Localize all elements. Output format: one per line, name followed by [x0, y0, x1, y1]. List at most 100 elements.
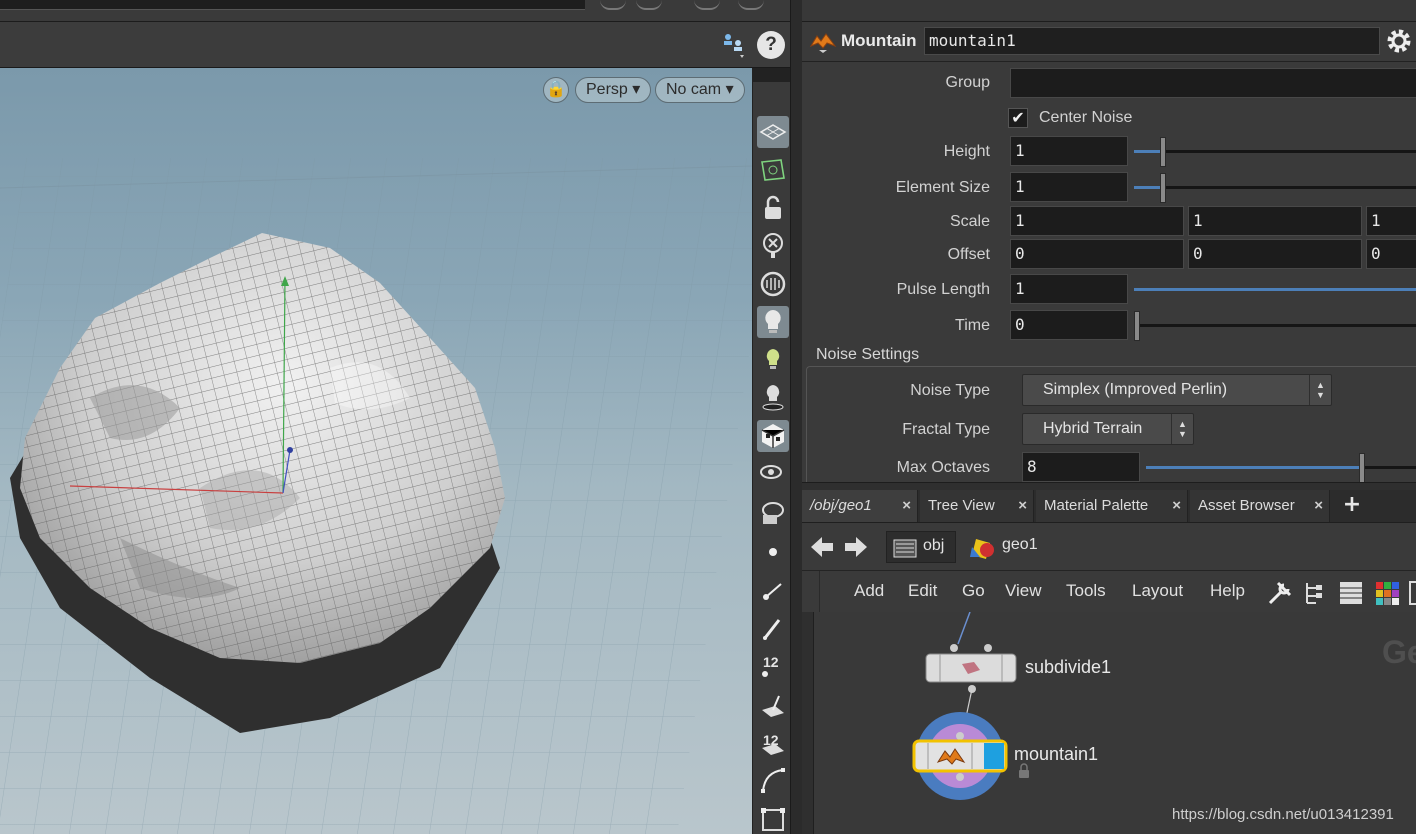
primitive-normal-icon[interactable]	[757, 688, 789, 720]
group-field[interactable]	[1010, 68, 1416, 98]
template-display-icon[interactable]	[757, 458, 789, 490]
element-size-field[interactable]: 1	[1010, 172, 1128, 202]
breadcrumb-geo1[interactable]: geo1	[962, 531, 1262, 563]
gear-icon[interactable]	[1384, 26, 1414, 56]
headlight-icon[interactable]	[757, 306, 789, 338]
tab-tree-view[interactable]: Tree View ×	[920, 490, 1034, 522]
add-tab-button[interactable]: +	[1340, 490, 1364, 522]
height-slider-fill	[1134, 150, 1163, 153]
time-slider-handle[interactable]	[1134, 311, 1140, 341]
time-slider[interactable]	[1134, 311, 1416, 341]
lock-camera-icon[interactable]	[757, 192, 789, 224]
menu-layout[interactable]: Layout	[1132, 581, 1183, 601]
overflow-icon[interactable]	[1408, 580, 1416, 606]
forward-arrow-icon[interactable]	[842, 533, 870, 561]
network-menubar: Add Edit Go View Tools Layout Help	[802, 570, 1416, 613]
offset-z-field[interactable]: 0	[1366, 239, 1416, 269]
pulse-length-field[interactable]: 1	[1010, 274, 1128, 304]
scene-viewport[interactable]: 🔒 Persp ▾ No cam ▾	[0, 68, 752, 834]
node-name-field[interactable]: mountain1	[924, 27, 1380, 55]
max-octaves-slider-fill	[1146, 466, 1362, 469]
menubar-collapse-icon[interactable]	[802, 571, 820, 613]
max-octaves-field[interactable]: 8	[1022, 452, 1140, 482]
noise-settings-label[interactable]: Noise Settings	[812, 346, 924, 364]
scale-z-field[interactable]: 1	[1366, 206, 1416, 236]
tab-material-palette[interactable]: Material Palette ×	[1036, 490, 1188, 522]
snap-tool-icon[interactable]	[600, 0, 626, 10]
primitive-number-label: 12	[763, 732, 779, 748]
color-palette-icon[interactable]	[1374, 580, 1400, 606]
uv-display-icon[interactable]	[757, 802, 789, 834]
viewport-toolbar: 12 12	[752, 68, 791, 834]
viewport-lighting-icon[interactable]	[757, 268, 789, 300]
close-icon[interactable]: ×	[1018, 490, 1027, 522]
offset-x-field[interactable]: 0	[1010, 239, 1184, 269]
menu-tools[interactable]: Tools	[1066, 581, 1106, 601]
wrench-icon[interactable]	[1266, 579, 1294, 607]
tab-obj-geo1[interactable]: /obj/geo1 ×	[802, 490, 918, 522]
fractal-type-menu[interactable]: Hybrid Terrain ▲ ▼	[1022, 413, 1194, 445]
persp-menu-button[interactable]: Persp ▾	[575, 77, 652, 103]
scale-y-field[interactable]: 1	[1188, 206, 1362, 236]
handle-tool-icon[interactable]	[636, 0, 662, 10]
element-size-slider[interactable]	[1134, 173, 1416, 203]
breadcrumb-geo1-label: geo1	[1002, 536, 1038, 553]
view-lock-button[interactable]: 🔒	[543, 77, 569, 103]
offset-y-field[interactable]: 0	[1188, 239, 1362, 269]
max-octaves-slider[interactable]	[1146, 453, 1416, 482]
high-quality-lighting-icon[interactable]	[757, 344, 789, 376]
node-mountain1[interactable]: mountain1	[1014, 744, 1098, 765]
display-grid-icon[interactable]	[757, 116, 789, 148]
tree-layout-icon[interactable]	[1302, 580, 1328, 606]
time-field[interactable]: 0	[1010, 310, 1128, 340]
display-tool-icon[interactable]	[694, 0, 720, 10]
menu-add[interactable]: Add	[854, 581, 884, 601]
pulse-length-label: Pulse Length	[896, 281, 990, 298]
tab-asset-browser[interactable]: Asset Browser ×	[1190, 490, 1330, 522]
noise-type-value: Simplex (Improved Perlin)	[1043, 381, 1228, 398]
camera-label: No cam	[666, 81, 722, 98]
menu-arrows-icon: ▲ ▼	[1171, 414, 1193, 444]
pane-divider[interactable]	[802, 482, 1416, 490]
close-icon[interactable]: ×	[1314, 490, 1323, 522]
element-size-slider-handle[interactable]	[1160, 173, 1166, 203]
path-bar: obj geo1	[802, 522, 1416, 570]
height-slider[interactable]	[1134, 137, 1416, 167]
shading-mode-icon[interactable]	[757, 420, 789, 452]
mountain-node-icon[interactable]	[809, 30, 837, 54]
scale-x-field[interactable]: 1	[1010, 206, 1184, 236]
curve-display-icon[interactable]	[757, 764, 789, 796]
back-arrow-icon[interactable]	[808, 533, 836, 561]
point-number-label: 12	[763, 654, 779, 670]
normal-display-icon[interactable]	[757, 574, 789, 606]
max-octaves-slider-handle[interactable]	[1359, 453, 1365, 482]
point-display-icon[interactable]	[757, 536, 789, 568]
close-icon[interactable]: ×	[1172, 490, 1181, 522]
menu-go[interactable]: Go	[962, 581, 985, 601]
pulse-length-slider[interactable]	[1134, 288, 1416, 291]
breadcrumb-obj[interactable]: obj	[886, 531, 956, 563]
menu-help[interactable]: Help	[1210, 581, 1245, 601]
hide-other-objects-icon[interactable]	[757, 230, 789, 262]
center-noise-checkbox[interactable]: ✔	[1008, 108, 1028, 128]
camera-menu-button[interactable]: No cam ▾	[655, 77, 745, 103]
close-icon[interactable]: ×	[902, 490, 911, 522]
construction-plane-icon[interactable]	[757, 154, 789, 186]
node-subdivide1[interactable]: subdivide1	[1025, 657, 1111, 678]
viewport-top-field[interactable]	[0, 0, 585, 10]
display-options-icon[interactable]	[720, 31, 748, 59]
shadows-icon[interactable]	[757, 382, 789, 414]
menu-view[interactable]: View	[1005, 581, 1042, 601]
height-slider-handle[interactable]	[1160, 137, 1166, 167]
noise-type-menu[interactable]: Simplex (Improved Perlin) ▲ ▼	[1022, 374, 1332, 406]
options-tool-icon[interactable]	[738, 0, 764, 10]
menu-edit[interactable]: Edit	[908, 581, 937, 601]
list-view-icon[interactable]	[1338, 580, 1364, 606]
help-icon[interactable]: ?	[757, 31, 785, 59]
vertex-normal-icon[interactable]	[757, 612, 789, 644]
pane-splitter[interactable]	[790, 0, 802, 834]
display-flags-icon[interactable]	[757, 496, 789, 528]
height-field[interactable]: 1	[1010, 136, 1128, 166]
network-editor[interactable]: subdivide1 mountain1 Ge	[802, 612, 1416, 834]
parameters-panel: Group ✔ Center Noise Height 1 Element Si…	[802, 62, 1416, 482]
